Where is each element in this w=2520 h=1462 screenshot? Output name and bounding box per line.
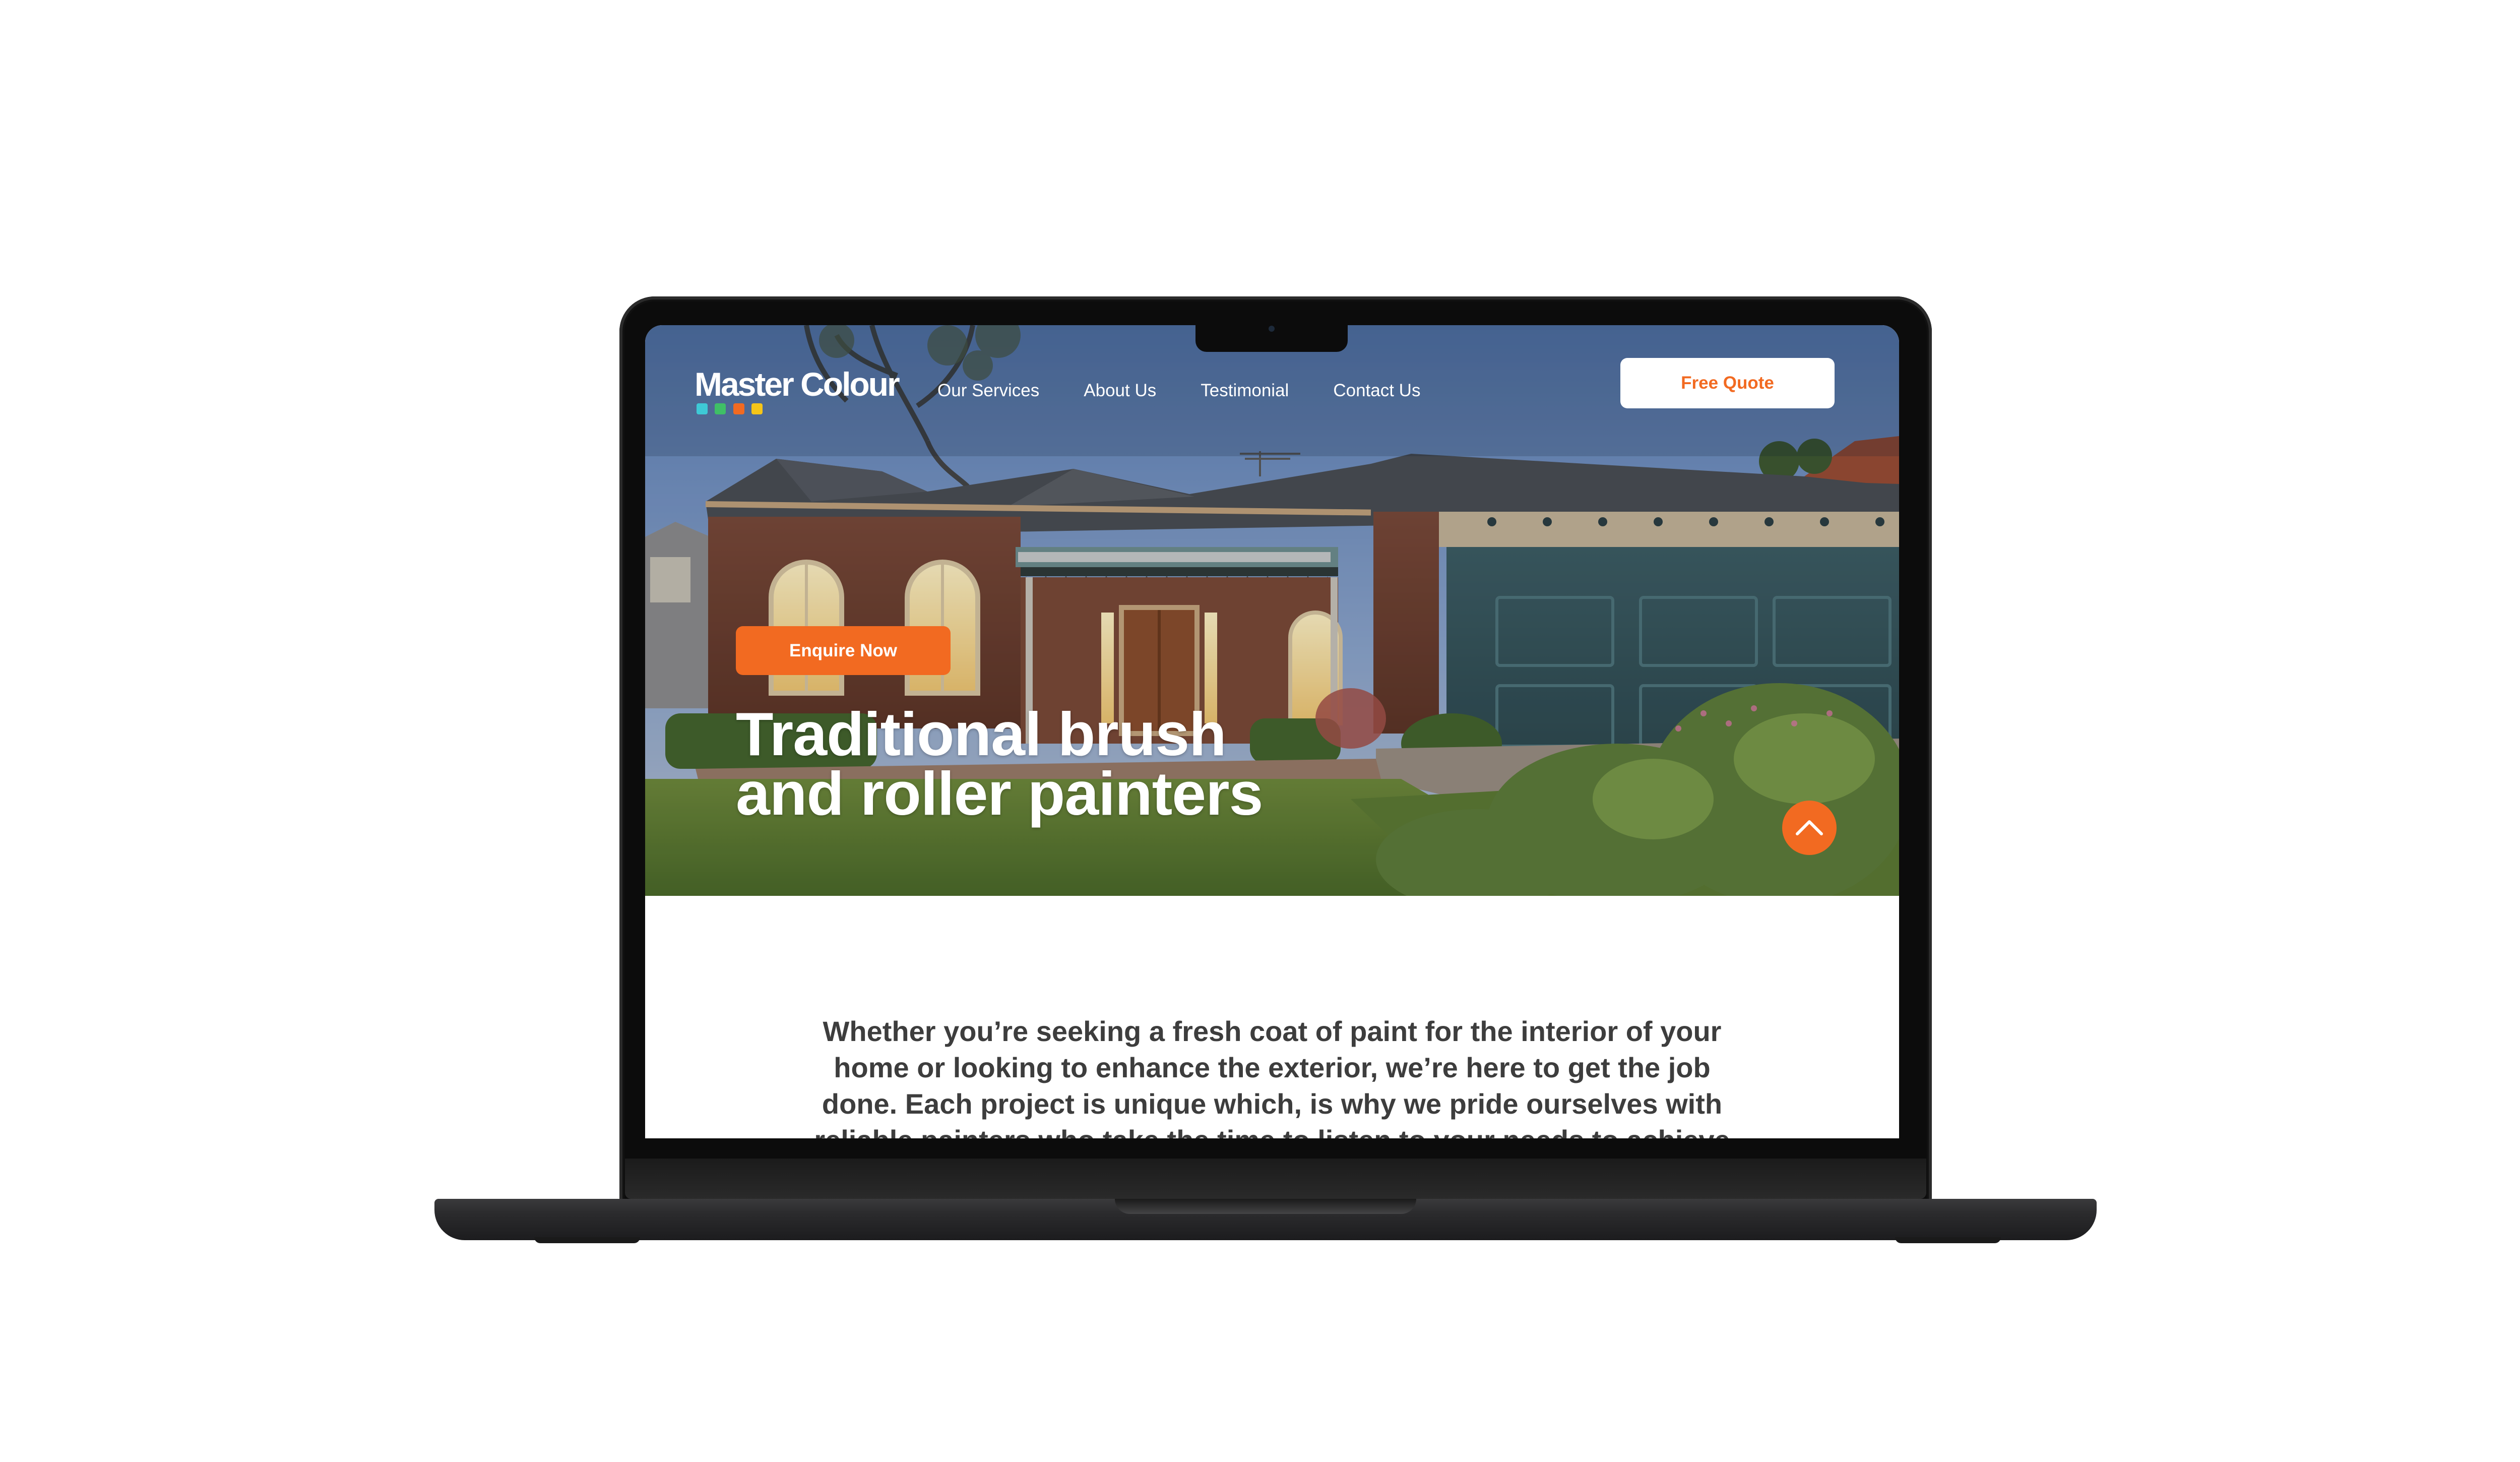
camera-icon <box>1269 326 1275 332</box>
laptop-hinge <box>625 1159 1926 1199</box>
hero-section: Master Colour Our Services About Us Test… <box>645 325 1899 896</box>
nav-our-services[interactable]: Our Services <box>937 376 1039 406</box>
logo-dot-3 <box>733 403 744 414</box>
hero-headline-line-2: and roller painters <box>736 759 1263 828</box>
brand-logo[interactable]: Master Colour <box>695 367 900 402</box>
mockup-stage: Master Colour Our Services About Us Test… <box>0 0 2520 1462</box>
hero-headline: Traditional brush and roller painters <box>736 700 1341 828</box>
laptop-foot-right <box>1895 1237 2001 1243</box>
hero-headline-line-1: Traditional brush <box>736 700 1227 768</box>
laptop-foot-left <box>534 1237 640 1243</box>
scroll-to-top-button[interactable] <box>1782 801 1837 855</box>
enquire-now-button[interactable]: Enquire Now <box>736 626 951 675</box>
nav-testimonial[interactable]: Testimonial <box>1201 376 1289 406</box>
chevron-up-icon <box>1796 820 1823 835</box>
nav-contact-us[interactable]: Contact Us <box>1333 376 1420 406</box>
nav-about-us[interactable]: About Us <box>1084 376 1156 406</box>
logo-dot-4 <box>751 403 763 414</box>
logo-dot-1 <box>697 403 708 414</box>
free-quote-button[interactable]: Free Quote <box>1620 358 1835 408</box>
laptop-screen: Master Colour Our Services About Us Test… <box>645 325 1899 1138</box>
intro-paragraph: Whether you’re seeking a fresh coat of p… <box>814 1015 1730 1138</box>
main-nav: Our Services About Us Testimonial Contac… <box>937 376 1465 406</box>
laptop-trackpad-notch <box>1115 1199 1416 1214</box>
logo-dot-2 <box>715 403 726 414</box>
brand-logo-dots <box>697 403 768 415</box>
